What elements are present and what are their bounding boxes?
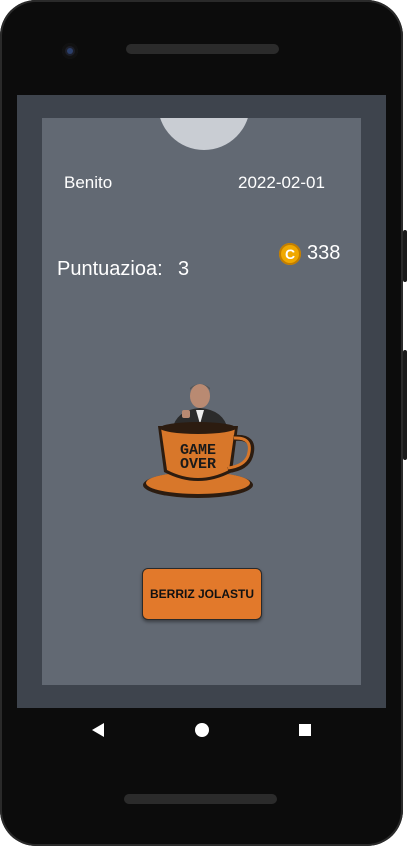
player-name: Benito [64, 173, 113, 192]
power-button [403, 350, 407, 460]
top-decoration [158, 118, 250, 150]
phone-frame: Benito 2022-02-01 C 338 Puntuazioa: 3 GA… [0, 0, 403, 846]
game-over-image: GAME OVER [143, 384, 255, 498]
restart-button[interactable]: BERRIZ JOLASTU [142, 568, 262, 620]
game-date: 2022-02-01 [238, 173, 325, 192]
score-label: Puntuazioa: [57, 258, 163, 280]
game-over-card: Benito 2022-02-01 C 338 Puntuazioa: 3 GA… [42, 118, 361, 685]
earpiece-speaker [126, 44, 279, 54]
person-head [190, 384, 210, 408]
recents-icon[interactable] [299, 724, 311, 736]
bottom-speaker [124, 794, 277, 804]
back-icon[interactable] [91, 722, 105, 738]
score-value: 3 [178, 258, 190, 280]
navigation-bar [17, 708, 386, 756]
home-icon[interactable] [195, 723, 209, 737]
game-over-line2: OVER [180, 456, 216, 473]
coin-count: 338 [307, 242, 341, 264]
coin-icon: C [279, 243, 301, 265]
front-camera [62, 43, 78, 59]
volume-button [403, 230, 407, 282]
